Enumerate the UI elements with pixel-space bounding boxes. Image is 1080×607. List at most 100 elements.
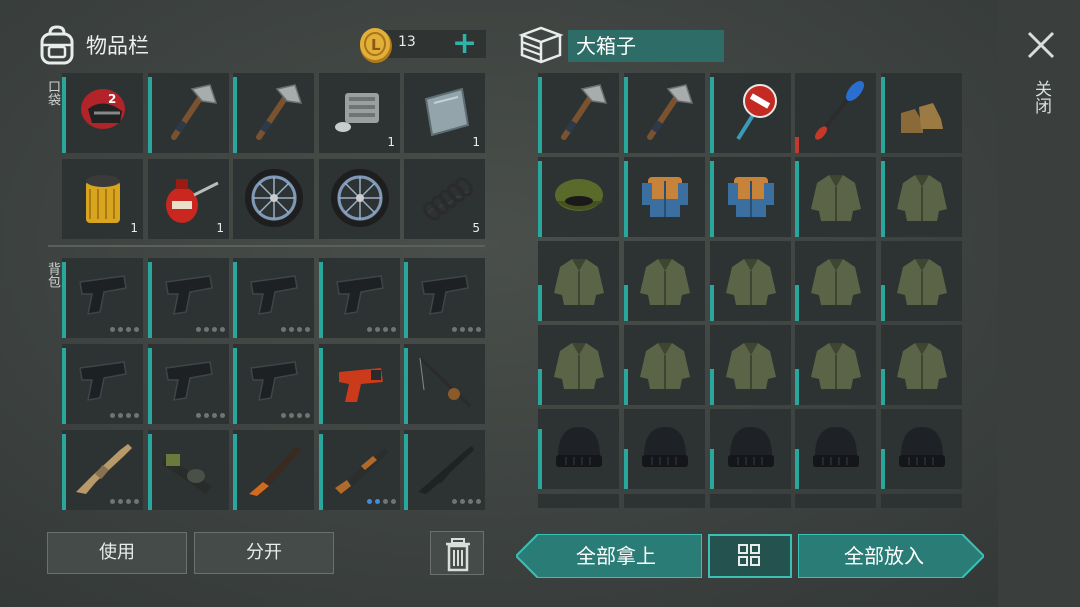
backpack-slot[interactable] (62, 344, 143, 424)
durability-bar (624, 77, 628, 153)
backpack-slot[interactable] (404, 430, 485, 510)
backpack-slot[interactable] (62, 258, 143, 338)
ammo-dot (383, 499, 388, 504)
backpack-slot[interactable] (233, 344, 314, 424)
pocket-label: 口袋 (45, 80, 60, 106)
ammo-dot (134, 327, 139, 332)
camo-cap-icon (555, 179, 604, 211)
backpack-slot[interactable] (148, 258, 229, 338)
box-slot[interactable] (538, 73, 619, 153)
durability-bar (148, 348, 152, 424)
backpack-slot[interactable] (404, 344, 485, 424)
ammo-dot (110, 499, 115, 504)
box-slot[interactable] (795, 409, 876, 489)
box-slot[interactable] (881, 325, 962, 405)
durability-bar (710, 77, 714, 153)
pocket-slot[interactable]: 1 (62, 159, 143, 239)
pocket-slot[interactable]: 1 (404, 73, 485, 153)
box-slot[interactable] (795, 157, 876, 237)
backpack-slot[interactable] (233, 430, 314, 510)
durability-bar (710, 449, 714, 489)
coin-icon: L (360, 28, 392, 63)
pocket-slot[interactable] (148, 73, 229, 153)
paddle-icon (815, 81, 864, 140)
durability-bar (881, 285, 885, 321)
jacket-icon (897, 259, 947, 305)
trash-button[interactable] (430, 531, 484, 575)
backpack-label: 背包 (45, 262, 60, 288)
pocket-slot[interactable]: 1 (319, 73, 400, 153)
use-button[interactable]: 使用 (47, 532, 187, 574)
durability-bar (319, 434, 323, 510)
pocket-slot[interactable] (233, 159, 314, 239)
flare-gun-icon (339, 368, 383, 402)
box-slot[interactable] (624, 325, 705, 405)
durability-bar (148, 77, 152, 153)
durability-bar (233, 434, 237, 510)
box-slot[interactable] (795, 325, 876, 405)
ammo-dot (391, 499, 396, 504)
put-all-label: 全部放入 (844, 544, 924, 568)
box-slot[interactable] (624, 73, 705, 153)
oil-filter-icon (86, 175, 120, 223)
box-slot[interactable] (795, 73, 876, 153)
box-slot[interactable] (881, 73, 962, 153)
durability-bar (881, 161, 885, 237)
ammo-dot (460, 327, 465, 332)
add-coins-button[interactable]: + (452, 26, 477, 62)
ammo-dot (289, 413, 294, 418)
box-slot[interactable] (538, 241, 619, 321)
box-slot[interactable] (710, 241, 791, 321)
ammo-dot (118, 327, 123, 332)
pocket-slot[interactable]: 2 (62, 73, 143, 153)
backpack-slot[interactable] (319, 344, 400, 424)
backpack-slot[interactable] (148, 344, 229, 424)
backpack-slot[interactable] (233, 258, 314, 338)
inventory-title: 物品栏 (86, 34, 149, 58)
jacket-icon (554, 343, 604, 389)
backpack-slot[interactable] (319, 430, 400, 510)
pistol-icon (165, 275, 213, 315)
box-slot[interactable] (710, 409, 791, 489)
ammo-dot (212, 327, 217, 332)
backpack-slot[interactable] (404, 258, 485, 338)
box-slot[interactable] (538, 157, 619, 237)
box-slot[interactable] (538, 409, 619, 489)
svg-text:2: 2 (108, 92, 116, 106)
pocket-slot[interactable] (319, 159, 400, 239)
put-all-button[interactable]: 全部放入 (798, 534, 984, 578)
pocket-slot[interactable]: 5 (404, 159, 485, 239)
box-slot[interactable] (624, 241, 705, 321)
backpack-slot[interactable] (148, 430, 229, 510)
ammo-dot (391, 327, 396, 332)
take-all-button[interactable]: 全部拿上 (516, 534, 702, 578)
pocket-slot[interactable] (233, 73, 314, 153)
split-button[interactable]: 分开 (194, 532, 334, 574)
durability-bar (404, 262, 408, 338)
ammo-dot (220, 327, 225, 332)
backpack-slot[interactable] (62, 430, 143, 510)
close-label[interactable]: 关闭 (1030, 80, 1052, 114)
box-slot[interactable] (624, 409, 705, 489)
hatchet-icon (256, 84, 303, 140)
durability-bar (62, 434, 66, 510)
box-slot[interactable] (795, 241, 876, 321)
item-quantity: 1 (130, 221, 138, 235)
box-slot[interactable] (624, 157, 705, 237)
durability-bar (538, 369, 542, 405)
backpack-slot[interactable] (319, 258, 400, 338)
box-slot[interactable] (710, 73, 791, 153)
box-slot[interactable] (538, 325, 619, 405)
item-quantity: 1 (472, 135, 480, 149)
box-slot[interactable] (881, 241, 962, 321)
box-slot[interactable] (881, 157, 962, 237)
grid-toggle-button[interactable] (708, 534, 792, 578)
ammo-indicator (281, 327, 310, 332)
box-slot[interactable] (710, 157, 791, 237)
box-slot[interactable] (710, 325, 791, 405)
pocket-slot[interactable]: 1 (148, 159, 229, 239)
beanie-icon (728, 427, 774, 467)
box-slot[interactable] (881, 409, 962, 489)
close-icon[interactable] (1024, 28, 1058, 62)
svg-text:L: L (371, 36, 381, 54)
